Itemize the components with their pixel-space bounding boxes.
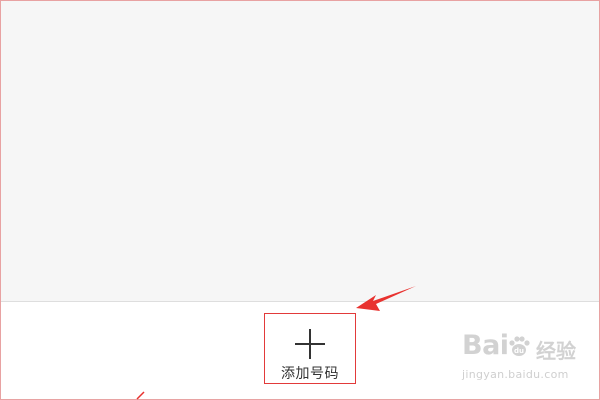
plus-icon bbox=[295, 329, 325, 359]
add-number-label: 添加号码 bbox=[281, 366, 339, 382]
svg-text:du: du bbox=[514, 347, 524, 355]
watermark-url: jingyan.baidu.com bbox=[462, 368, 569, 381]
content-area bbox=[1, 1, 599, 302]
add-number-button[interactable]: 添加号码 bbox=[264, 313, 356, 384]
annotation-mark bbox=[136, 391, 145, 400]
paw-logo-icon: du bbox=[509, 336, 530, 356]
watermark-jingyan: 经验 bbox=[536, 339, 576, 363]
baidu-jingyan-watermark: Bai du 经验 jingyan.baidu.com bbox=[452, 330, 592, 390]
watermark-brand: Bai bbox=[462, 330, 509, 361]
annotation-arrow bbox=[356, 286, 416, 311]
